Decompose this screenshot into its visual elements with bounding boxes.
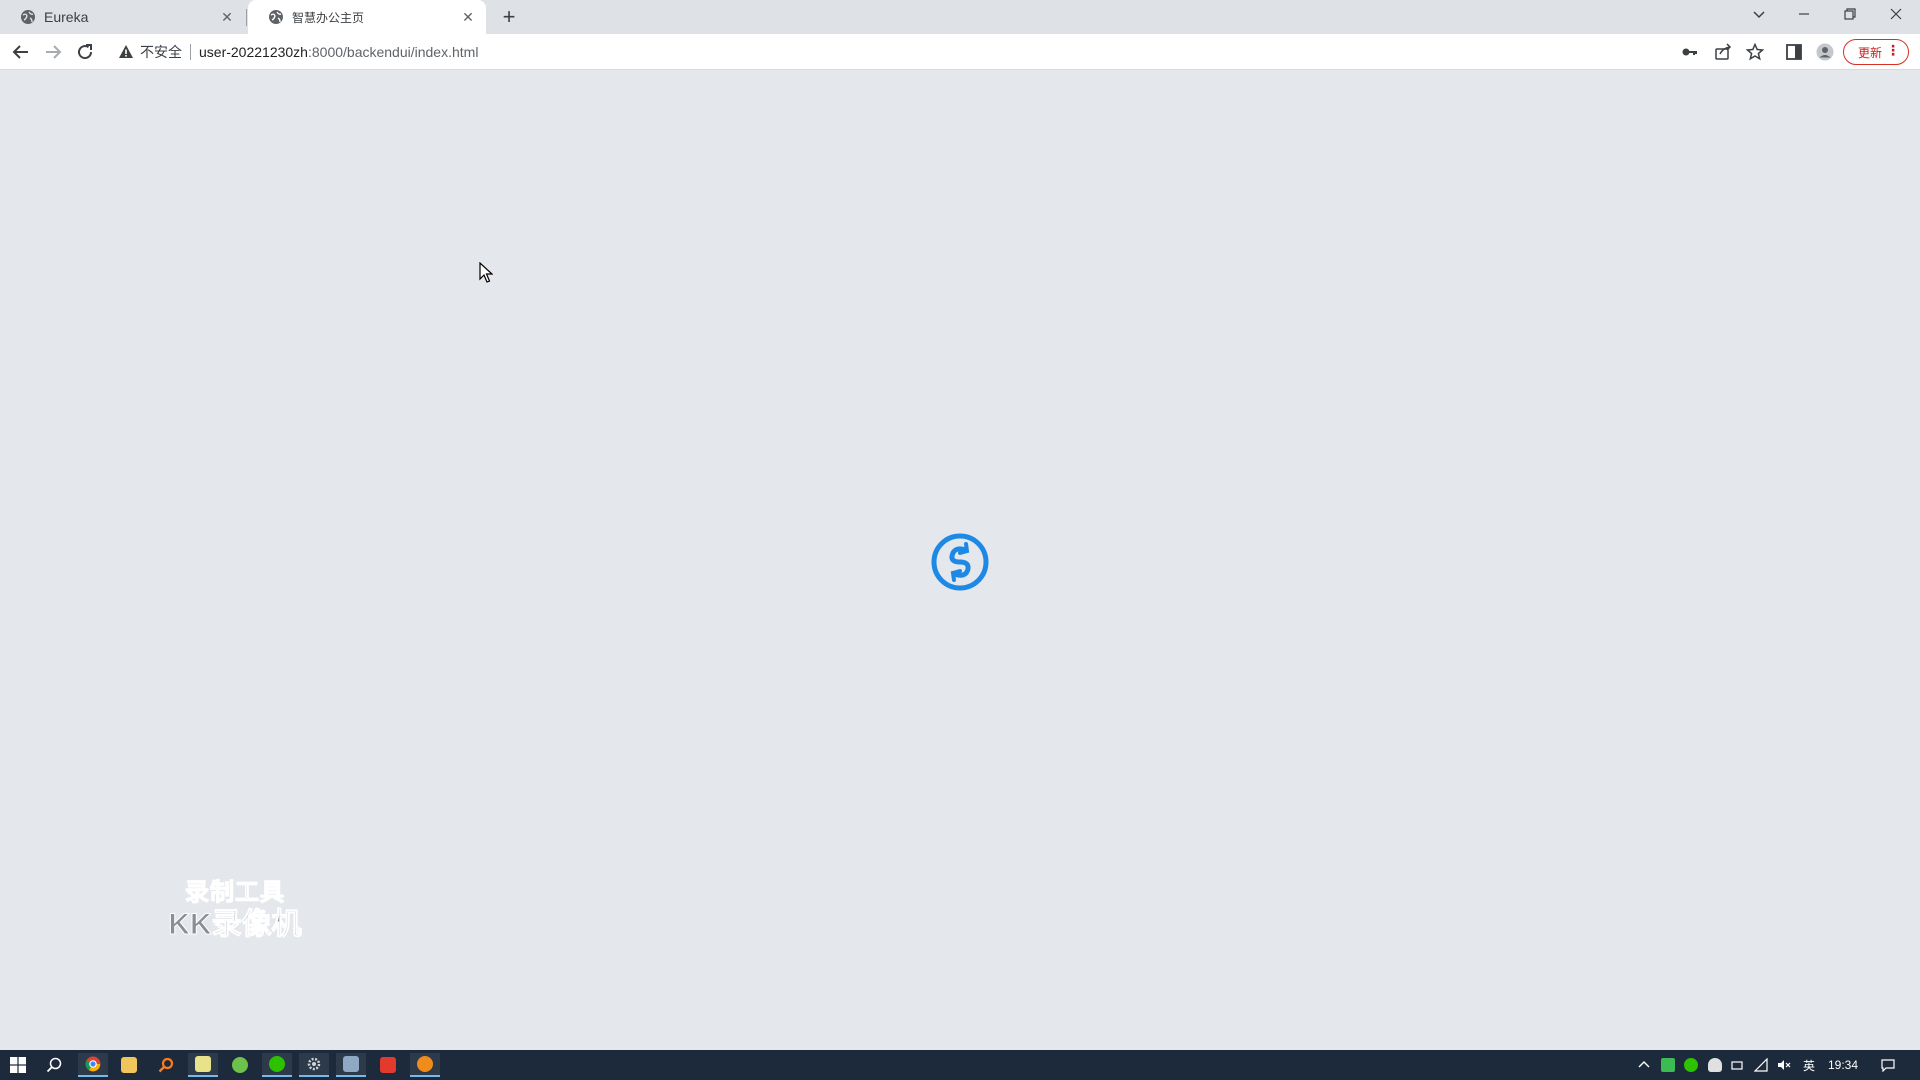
key-icon[interactable] [1681,43,1699,61]
bookmark-star-icon[interactable] [1746,43,1764,61]
recorder-watermark: 录制工具 KK录像机 [160,878,310,942]
tab-search-chevron-icon[interactable] [1737,0,1781,30]
tab-eureka[interactable]: Eureka ✕ [0,0,245,34]
search-icon [46,1057,62,1073]
browser-tab-strip: Eureka ✕ 智慧办公主页 ✕ + [0,0,1920,34]
back-arrow-icon[interactable] [9,40,33,64]
tab-title: Eureka [44,9,89,25]
url-path: :8000/backendui/index.html [307,44,479,60]
taskbar-settings-app[interactable] [299,1053,329,1077]
taskbar-green-app[interactable] [225,1053,255,1077]
network-icon[interactable] [1754,1058,1768,1072]
tray-expand-chevron-icon[interactable] [1637,1058,1651,1072]
search-button[interactable] [39,1053,69,1077]
minimize-button[interactable] [1782,0,1826,30]
tab-title: 智慧办公主页 [292,10,365,25]
taskbar-remote-desktop[interactable] [336,1053,366,1077]
close-tab-icon[interactable]: ✕ [460,9,476,25]
notepad-icon [195,1056,211,1072]
globe-icon [269,10,283,24]
volume-muted-icon[interactable] [1777,1058,1791,1072]
chrome-icon [85,1056,101,1072]
browser-toolbar: 不安全 user-20221230zh:8000/backendui/index… [0,34,1920,70]
tray-wechat-icon[interactable] [1684,1058,1698,1072]
globe-icon [21,10,35,24]
address-divider [190,44,191,60]
loading-spinner-icon [931,533,989,591]
gear-icon [307,1057,321,1071]
monitor-icon [343,1056,359,1072]
taskbar-wps[interactable] [373,1053,403,1077]
url-host: user-20221230zh [199,44,308,60]
taskbar-notepad[interactable] [188,1053,218,1077]
security-status-label[interactable]: 不安全 [140,42,182,62]
taskbar-chrome[interactable] [78,1053,108,1077]
menu-dots-icon: ⋮ [1886,42,1900,58]
taskbar-clock[interactable]: 19:34 [1828,1058,1858,1072]
page-content: 录制工具 KK录像机 [0,70,1920,1050]
side-panel-icon[interactable] [1785,43,1803,61]
green-leaf-icon [232,1057,248,1073]
update-label: 更新 [1858,45,1883,60]
taskbar-file-explorer[interactable] [114,1053,144,1077]
recorder-icon [417,1056,433,1072]
forward-arrow-icon[interactable] [41,40,65,64]
taskbar-recorder[interactable] [410,1053,440,1077]
tab-divider [246,9,247,26]
close-window-button[interactable] [1874,0,1918,30]
address-bar[interactable]: 不安全 user-20221230zh:8000/backendui/index… [108,37,1770,67]
wechat-icon [269,1056,285,1072]
reload-icon[interactable] [73,40,97,64]
start-button[interactable] [3,1053,33,1077]
taskbar-app-search[interactable] [151,1053,181,1077]
new-tab-button[interactable]: + [496,5,522,31]
windows-taskbar: 英 19:34 [0,1050,1920,1080]
watermark-line1: 录制工具 [185,879,285,907]
update-button[interactable]: 更新 ⋮ [1843,39,1909,65]
wps-icon [380,1057,396,1073]
orange-search-icon [158,1057,174,1073]
tray-usb-icon[interactable] [1731,1058,1745,1072]
watermark-line2: KK录像机 [168,908,302,942]
notification-center-icon[interactable] [1881,1058,1895,1072]
taskbar-wechat[interactable] [262,1053,292,1077]
close-tab-icon[interactable]: ✕ [219,9,235,25]
windows-logo-icon [10,1057,26,1073]
tray-qq-icon[interactable] [1708,1058,1722,1072]
folder-icon [121,1057,137,1073]
restore-button[interactable] [1828,0,1872,30]
profile-avatar-icon[interactable] [1816,43,1834,61]
share-icon[interactable] [1714,43,1732,61]
tray-green-app-icon[interactable] [1661,1058,1675,1072]
ime-indicator[interactable]: 英 [1803,1050,1815,1080]
tab-smart-office-home[interactable]: 智慧办公主页 ✕ [248,0,486,34]
mouse-cursor-icon [479,262,493,283]
warning-icon[interactable] [118,44,134,60]
